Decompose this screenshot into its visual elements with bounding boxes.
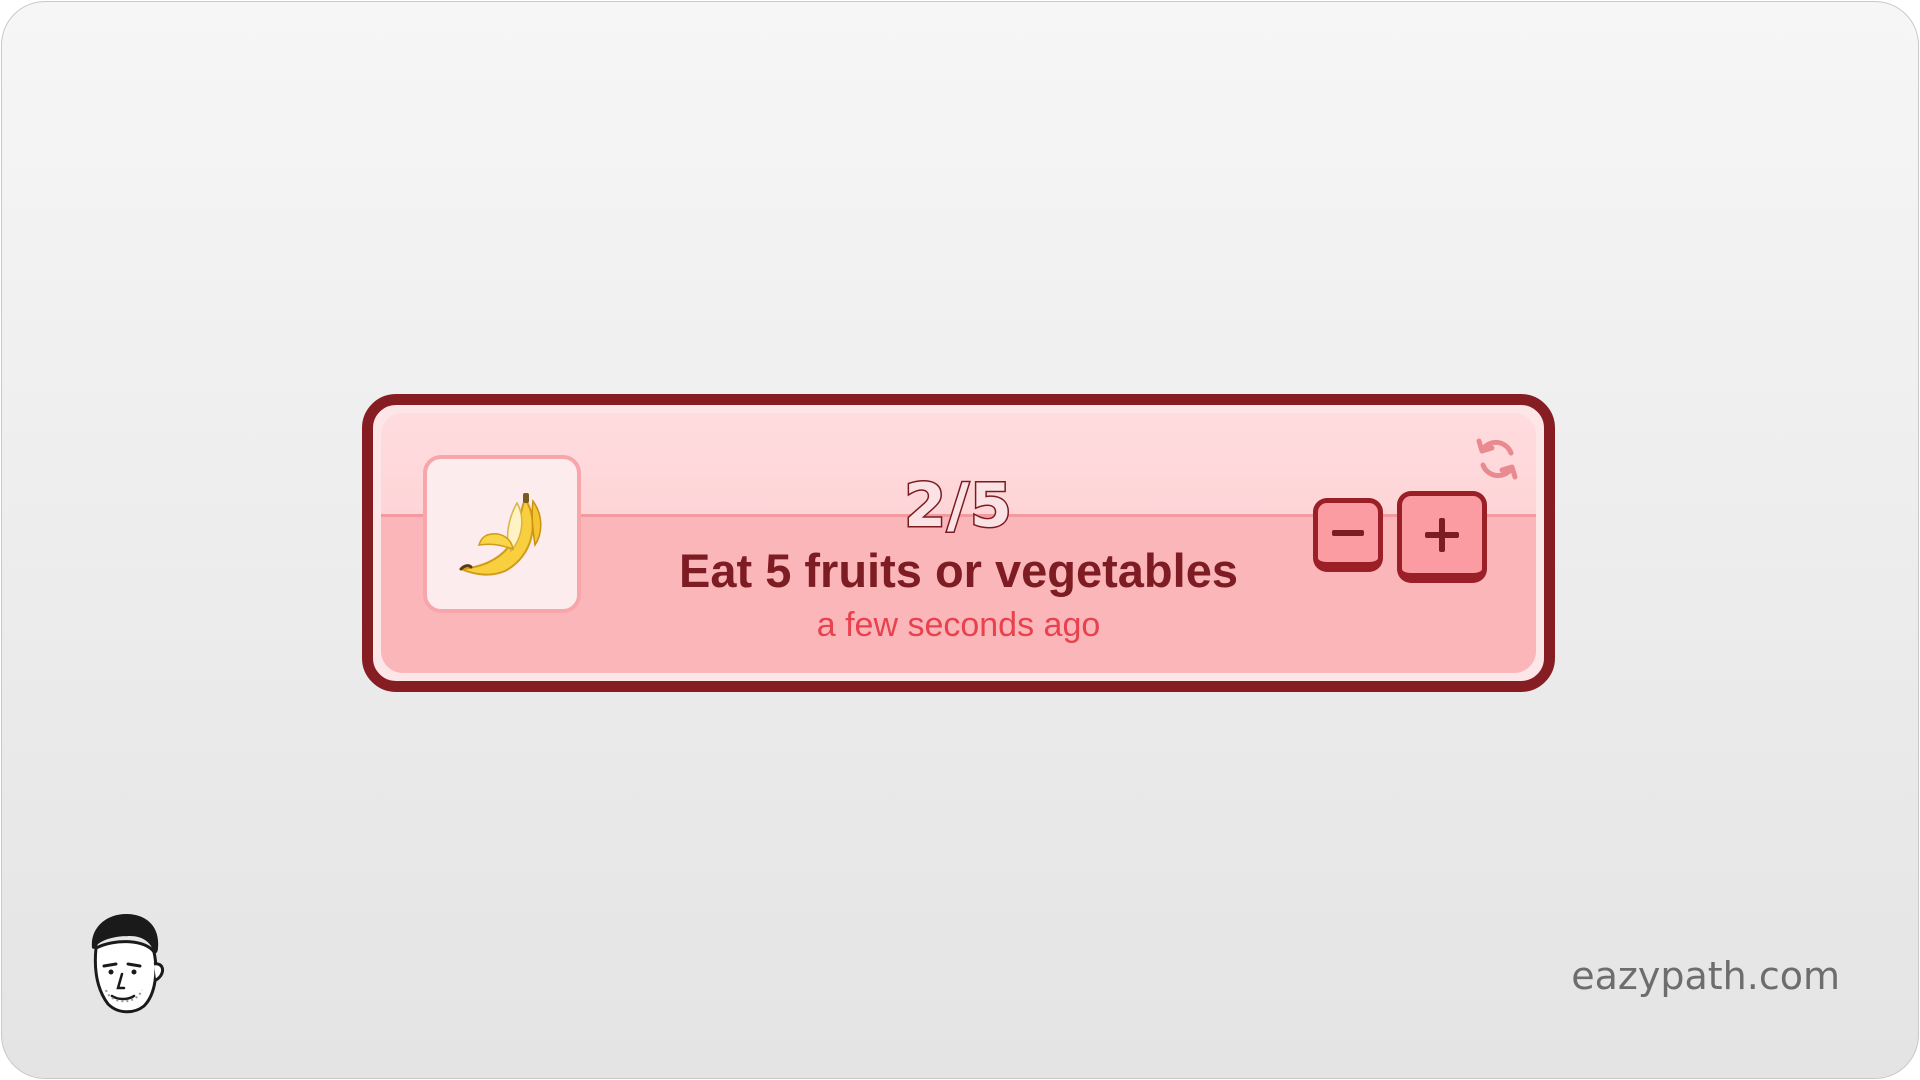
habit-card: 2/5 Eat 5 fruits or vegetables a few sec…: [362, 394, 1555, 692]
banana-icon: [459, 493, 542, 576]
habit-title: Eat 5 fruits or vegetables: [679, 544, 1238, 597]
screen-frame: 2/5 Eat 5 fruits or vegetables a few sec…: [1, 1, 1919, 1079]
habit-text-block: 2/5 Eat 5 fruits or vegetables a few sec…: [601, 471, 1316, 647]
plus-icon: [1425, 517, 1459, 552]
habit-card-body: 2/5 Eat 5 fruits or vegetables a few sec…: [381, 413, 1536, 673]
progress-count: 2/5: [903, 471, 1013, 541]
increment-button[interactable]: [1397, 491, 1487, 583]
refresh-icon[interactable]: [1471, 433, 1523, 485]
site-watermark: eazypath.com: [1571, 954, 1840, 998]
habit-icon-tile: [423, 455, 581, 613]
decrement-button[interactable]: [1313, 498, 1383, 572]
avatar-icon: [91, 914, 164, 1014]
minus-icon: [1332, 529, 1364, 536]
last-updated-text: a few seconds ago: [816, 606, 1101, 644]
